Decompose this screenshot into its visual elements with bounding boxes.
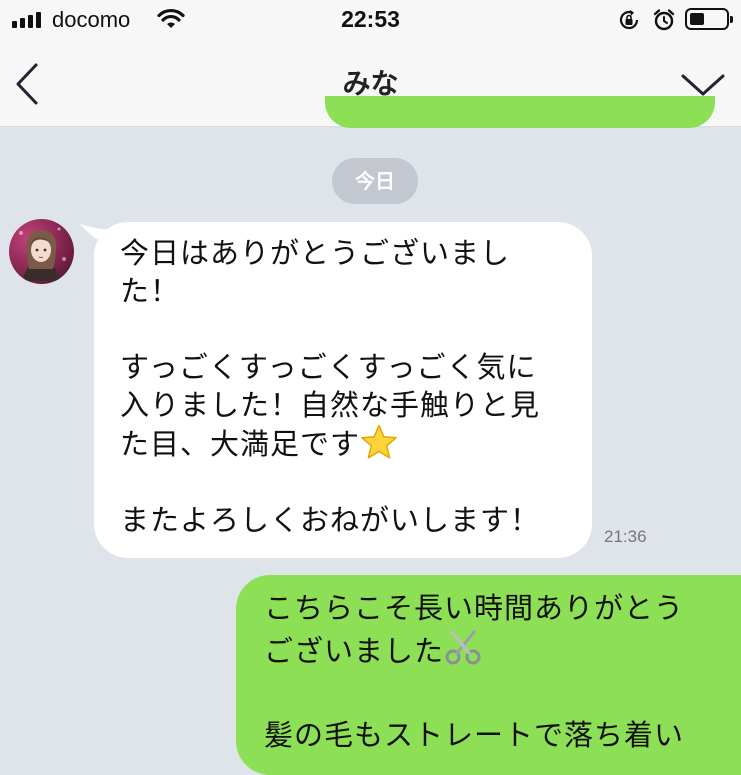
rotation-lock-icon [619,10,639,30]
date-separator: 今日 [332,158,418,204]
message-line: すっごくすっごくすっごく気に [120,350,537,384]
message-line: 今日はありがとうございまし [120,236,511,270]
battery-icon [685,8,733,30]
scissors-emoji-icon [445,630,481,665]
outgoing-message-bubble[interactable]: こちらこそ長い時間ありがとう ございました 髪の毛もストレートで落ち着い [236,575,741,775]
message-line: 髪の毛もストレートで落ち着い [264,718,685,752]
star-emoji-icon [361,424,397,459]
status-bar: docomo 22:53 [0,0,741,40]
message-timestamp: 21:36 [604,527,647,546]
message-line: た！ [120,274,181,308]
avatar[interactable] [9,219,74,284]
profile-picture [19,227,66,281]
message-line: た目、大満足です [120,427,361,461]
alarm-icon [653,9,675,31]
message-line: ございました [264,634,445,668]
message-line: 入りました！自然な手触りと見 [120,388,541,422]
message-line: こちらこそ長い時間ありがとう [264,591,685,625]
previous-outgoing-bubble [325,96,715,128]
message-line: またよろしくおねがいします！ [120,503,541,537]
incoming-message-bubble[interactable]: 今日はありがとうございまし た！ すっごくすっごくすっごく気に 入りました！自然… [94,222,592,558]
